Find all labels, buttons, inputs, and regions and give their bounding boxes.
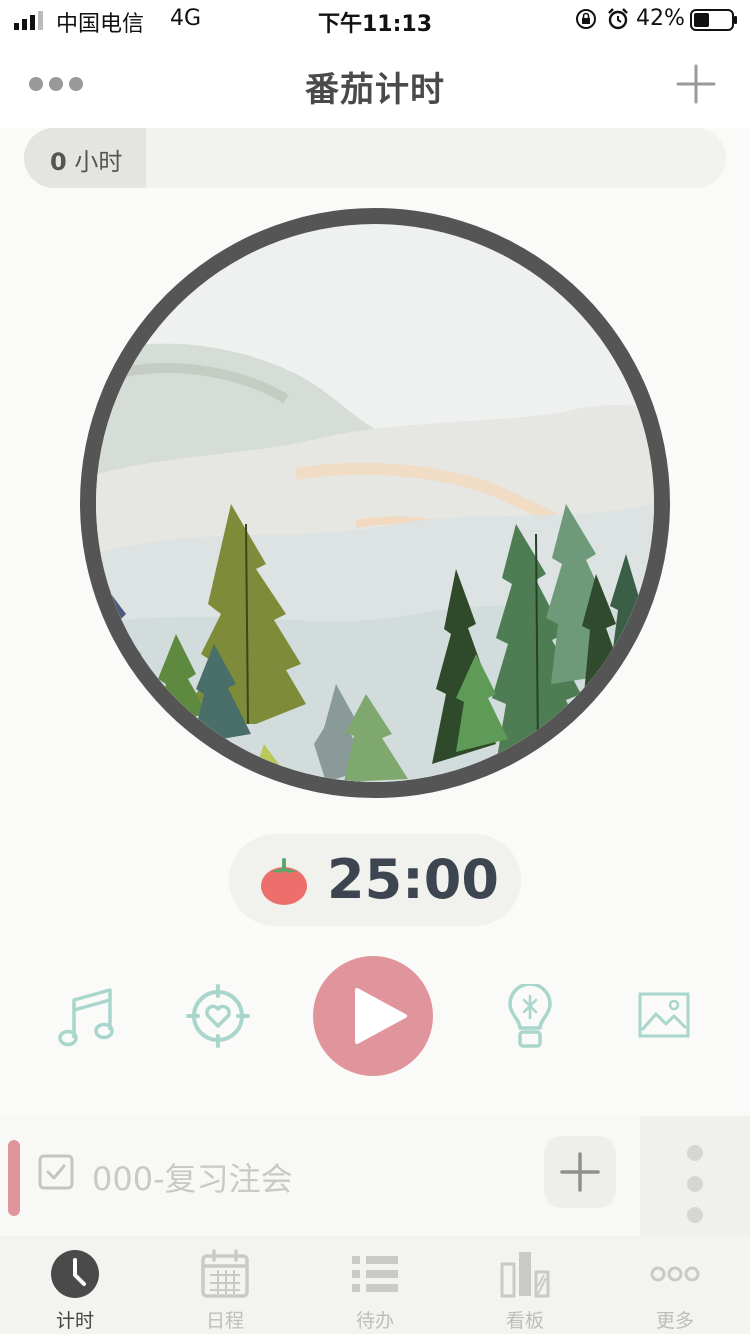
music-icon[interactable]	[58, 986, 116, 1048]
task-title: 000-复习注会	[92, 1160, 293, 1198]
tab-schedule[interactable]: 日程	[150, 1236, 300, 1334]
plus-icon[interactable]	[674, 62, 718, 106]
timer-value: 25:00	[327, 848, 499, 911]
forest-landscape-illustration	[96, 224, 654, 782]
tab-label: 日程	[205, 1310, 244, 1332]
more-icon	[650, 1266, 700, 1282]
tab-todo[interactable]: 待办	[300, 1236, 450, 1334]
alarm-icon	[608, 8, 628, 30]
tab-bar: 计时 日程 待办 看板 更多	[0, 1236, 750, 1334]
play-icon	[355, 988, 407, 1044]
calendar-icon	[201, 1249, 249, 1298]
timer-display[interactable]: 25:00	[229, 834, 521, 926]
current-task-row[interactable]: 000-复习注会	[0, 1116, 640, 1236]
battery-percent: 42%	[636, 6, 685, 31]
battery-icon	[690, 9, 737, 31]
plus-icon	[560, 1152, 600, 1192]
tab-label: 计时	[55, 1310, 94, 1332]
lightbulb-icon[interactable]	[506, 984, 554, 1050]
status-bar: 中国电信 4G 下午11:13 42%	[0, 0, 750, 40]
board-icon	[500, 1252, 550, 1298]
hours-value: 0	[50, 148, 67, 176]
hours-unit: 小时	[74, 148, 123, 176]
play-button[interactable]	[313, 956, 433, 1076]
list-icon	[352, 1256, 398, 1292]
tab-label: 待办	[355, 1310, 394, 1332]
timer-scene-ring[interactable]	[80, 208, 670, 798]
vertical-dots-icon	[687, 1145, 703, 1223]
tab-board[interactable]: 看板	[450, 1236, 600, 1334]
focus-heart-icon[interactable]	[186, 984, 250, 1048]
clock-icon	[51, 1250, 99, 1298]
tab-timer[interactable]: 计时	[0, 1236, 150, 1334]
nav-bar: 番茄计时	[0, 40, 750, 128]
hours-progress-bar: 0 小时	[24, 128, 726, 188]
tab-label: 看板	[505, 1310, 544, 1332]
tab-label: 更多	[655, 1310, 694, 1332]
tomato-icon	[261, 858, 307, 905]
task-options-button[interactable]	[640, 1116, 750, 1236]
checkbox-icon[interactable]	[38, 1154, 74, 1190]
image-icon[interactable]	[638, 992, 690, 1038]
hours-label: 0 小时	[50, 142, 122, 177]
task-priority-bar	[8, 1140, 20, 1216]
add-task-button[interactable]	[544, 1136, 616, 1208]
tab-more[interactable]: 更多	[600, 1236, 750, 1334]
page-title: 番茄计时	[305, 70, 445, 110]
rotation-lock-icon	[576, 9, 596, 29]
